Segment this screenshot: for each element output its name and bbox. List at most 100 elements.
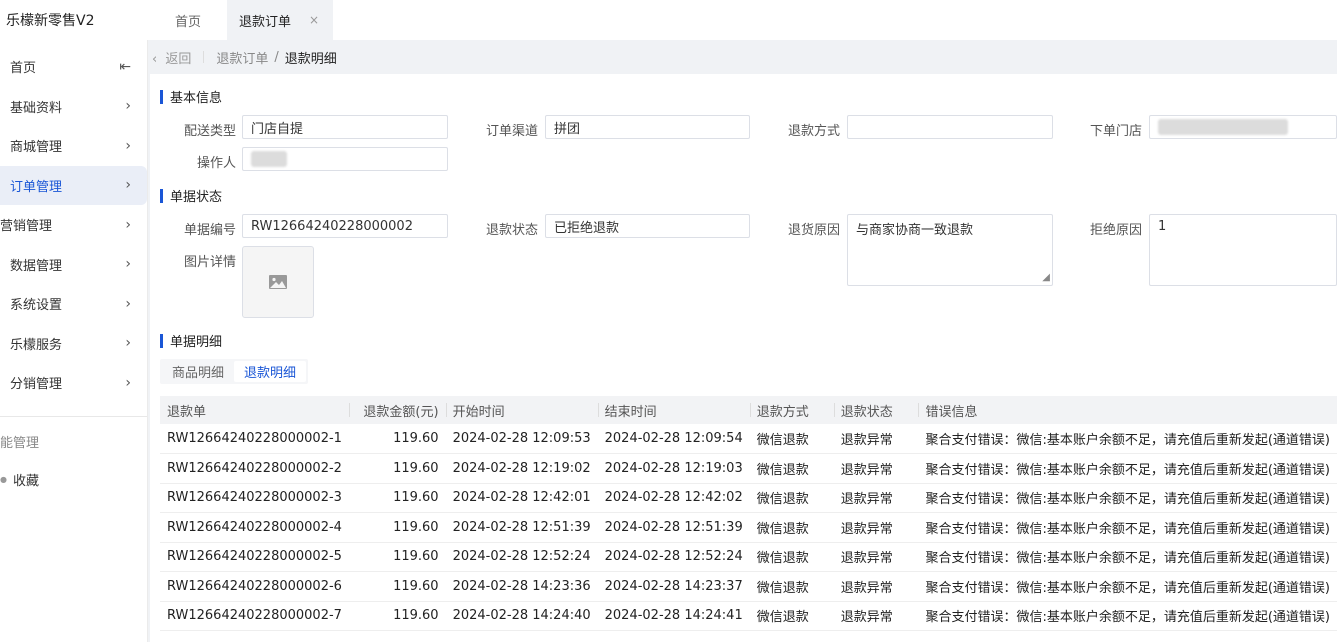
image-placeholder-icon: [269, 275, 287, 289]
section-title-detail: 单据明细: [160, 331, 222, 350]
breadcrumb-parent[interactable]: 退款订单: [216, 48, 268, 67]
sidebar-item-basic-data[interactable]: 基础资料 ›: [0, 87, 147, 127]
sidebar-item-service[interactable]: 乐檬服务 ›: [0, 324, 147, 364]
redacted-value: [251, 151, 287, 167]
top-bar: 乐檬新零售V2 首页 退款订单 ×: [0, 0, 1337, 40]
table-cell: 2024-02-28 14:23:36: [445, 571, 598, 602]
section-title-basic-info: 基本信息: [160, 87, 222, 106]
order-store-label: 下单门店: [1089, 124, 1142, 139]
star-icon: ●: [0, 475, 7, 484]
order-channel-field[interactable]: 拼团: [545, 115, 750, 139]
table-header-row: 退款单 退款金额(元) 开始时间 结束时间 退款方式 退款状态 错误信息: [160, 396, 1337, 424]
table-cell: 2024-02-28 12:19:02: [445, 453, 598, 484]
table-cell: 退款异常: [833, 483, 919, 513]
table-cell: 2024-02-28 12:52:24: [597, 542, 750, 572]
sidebar-item-settings[interactable]: 系统设置 ›: [0, 284, 147, 324]
section-title-status: 单据状态: [160, 186, 222, 205]
chevron-left-icon: ‹: [152, 51, 158, 67]
table-cell: 2024-02-28 12:09:54: [597, 424, 750, 454]
app-title: 乐檬新零售V2: [6, 13, 95, 29]
table-row[interactable]: RW12664240228000002-3 119.60 2024-02-28 …: [160, 483, 1337, 513]
sidebar-item-data[interactable]: 数据管理 ›: [0, 245, 147, 285]
return-reason-textarea[interactable]: 与商家协商一致退款 ◢: [847, 214, 1053, 286]
table-cell: 聚合支付错误：微信:基本账户余额不足，请充值后重新发起(通道错误): [918, 512, 1337, 543]
table-cell: 119.60: [348, 542, 446, 572]
table-row[interactable]: RW12664240228000002-5 119.60 2024-02-28 …: [160, 542, 1337, 572]
breadcrumb-current: 退款明细: [284, 51, 337, 67]
back-label: 返回: [165, 51, 192, 67]
table-row[interactable]: RW12664240228000002-2 119.60 2024-02-28 …: [160, 453, 1337, 484]
resize-handle-icon[interactable]: ◢: [1042, 272, 1050, 283]
chevron-right-icon: ›: [125, 256, 131, 273]
image-detail-label: 图片详情: [183, 255, 236, 270]
table-cell: RW12664240228000002-3: [160, 483, 349, 513]
table-cell: 微信退款: [749, 542, 834, 572]
column-header: 结束时间: [597, 396, 750, 424]
column-header: 退款状态: [833, 396, 919, 424]
table-row[interactable]: RW12664240228000002-7 119.60 2024-02-28 …: [160, 601, 1337, 631]
sidebar-item-label: 分销管理: [10, 377, 63, 393]
chevron-right-icon: ›: [125, 374, 131, 391]
collapse-left-icon[interactable]: ⇤: [119, 59, 131, 75]
table-cell: 退款异常: [833, 601, 919, 631]
table-cell: 微信退款: [749, 571, 834, 602]
column-header: 错误信息: [918, 396, 1337, 424]
table-cell: 2024-02-28 14:23:37: [597, 571, 750, 602]
table-cell: 2024-02-28 12:19:03: [597, 453, 750, 484]
tab-refund-orders[interactable]: 退款订单 ×: [227, 0, 334, 40]
sidebar-item-label: 乐檬服务: [10, 337, 63, 353]
refund-status-field[interactable]: 已拒绝退款: [545, 214, 750, 238]
table-row[interactable]: RW12664240228000002-4 119.60 2024-02-28 …: [160, 512, 1337, 543]
table-cell: 119.60: [348, 601, 446, 631]
image-thumbnail[interactable]: [242, 246, 314, 318]
breadcrumb: ‹ 返回 退款订单 / 退款明细: [150, 40, 1337, 74]
subtab-product-detail[interactable]: 商品明细: [162, 361, 234, 382]
reject-reason-label: 拒绝原因: [1089, 223, 1142, 238]
chevron-right-icon: ›: [125, 295, 131, 312]
sidebar-item-mall[interactable]: 商城管理 ›: [0, 126, 147, 166]
table-cell: 119.60: [348, 483, 446, 513]
table-cell: 2024-02-28 12:51:39: [445, 512, 598, 543]
table-cell: 微信退款: [749, 424, 834, 454]
delivery-type-field[interactable]: 门店自提: [242, 115, 448, 139]
sidebar-item-marketing[interactable]: 营销管理 ›: [0, 205, 147, 245]
column-header: 退款单: [160, 396, 349, 424]
table-row[interactable]: RW12664240228000002-6 119.60 2024-02-28 …: [160, 571, 1337, 602]
column-header: 开始时间: [445, 396, 598, 424]
table-cell: 2024-02-28 14:24:41: [597, 601, 750, 631]
subtab-refund-detail[interactable]: 退款明细: [234, 361, 307, 382]
table-cell: RW12664240228000002-5: [160, 542, 349, 572]
table-cell: 微信退款: [749, 483, 834, 513]
sidebar-item-orders[interactable]: 订单管理 ›: [0, 165, 147, 205]
sidebar-item-favorites[interactable]: ● 收藏: [0, 461, 147, 499]
order-store-field[interactable]: [1149, 115, 1337, 139]
return-reason-text: 与商家协商一致退款: [856, 223, 974, 238]
reject-reason-text: 1: [1158, 219, 1167, 234]
chevron-right-icon: ›: [125, 216, 131, 233]
sidebar-item-distribution[interactable]: 分销管理 ›: [0, 363, 147, 403]
table-cell: 聚合支付错误：微信:基本账户余额不足，请充值后重新发起(通道错误): [918, 601, 1337, 631]
chevron-right-icon: ›: [125, 137, 131, 154]
refund-method-field[interactable]: [847, 115, 1053, 139]
table-cell: 退款异常: [833, 453, 919, 484]
table-cell: RW12664240228000002-1: [160, 424, 349, 454]
table-cell: 2024-02-28 12:09:53: [445, 424, 598, 454]
sidebar-item-home[interactable]: 首页 ⇤: [0, 47, 147, 87]
operator-field[interactable]: [242, 147, 448, 171]
detail-subtabs: 商品明细 退款明细: [160, 359, 309, 384]
table-cell: 聚合支付错误：微信:基本账户余额不足，请充值后重新发起(通道错误): [918, 483, 1337, 513]
table-cell: 退款异常: [833, 424, 919, 454]
delivery-type-label: 配送类型: [183, 124, 236, 139]
chevron-right-icon: ›: [125, 177, 131, 194]
back-button[interactable]: ‹ 返回: [152, 48, 191, 67]
reject-reason-textarea[interactable]: 1: [1149, 214, 1337, 286]
sidebar-item-label: 订单管理: [10, 179, 63, 195]
tab-home[interactable]: 首页: [163, 0, 214, 40]
table-row[interactable]: RW12664240228000002-1 119.60 2024-02-28 …: [160, 424, 1337, 454]
table-cell: 聚合支付错误：微信:基本账户余额不足，请充值后重新发起(通道错误): [918, 424, 1337, 454]
doc-no-field[interactable]: RW12664240228000002: [242, 214, 448, 238]
close-icon[interactable]: ×: [309, 13, 319, 27]
column-header: 退款方式: [749, 396, 834, 424]
table-cell: 2024-02-28 12:51:39: [597, 512, 750, 543]
doc-no-label: 单据编号: [183, 223, 236, 238]
